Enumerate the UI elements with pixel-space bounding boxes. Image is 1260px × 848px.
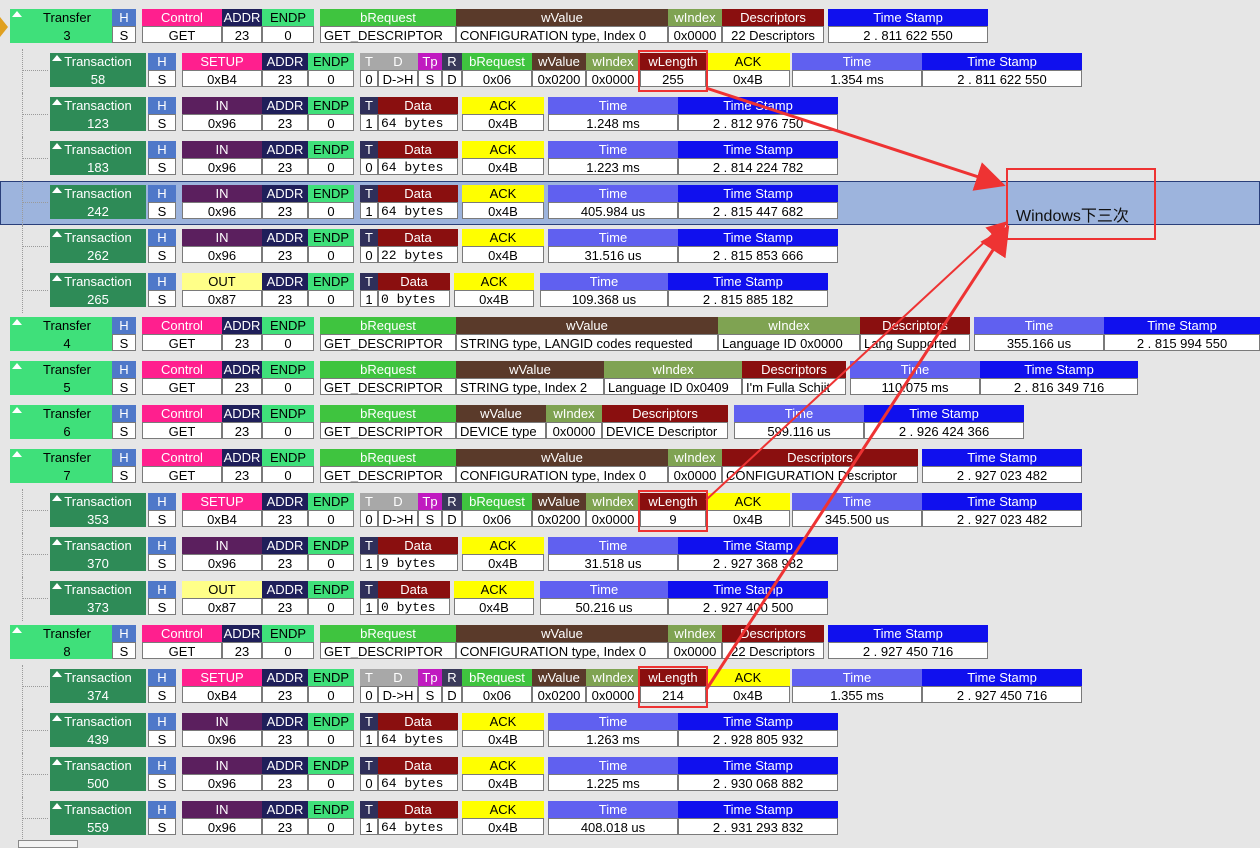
arrow-from-wlength-214 xyxy=(704,224,1010,691)
wlength-highlight-box xyxy=(638,666,708,708)
annotation-arrows xyxy=(704,86,1010,691)
wlength-highlight-box xyxy=(638,490,708,532)
arrow-from-wlength-255 xyxy=(705,86,1006,191)
horizontal-scrollbar-thumb[interactable] xyxy=(18,840,78,848)
wlength-highlight-box xyxy=(638,50,708,92)
arrow-from-wlength-9 xyxy=(705,221,1007,501)
